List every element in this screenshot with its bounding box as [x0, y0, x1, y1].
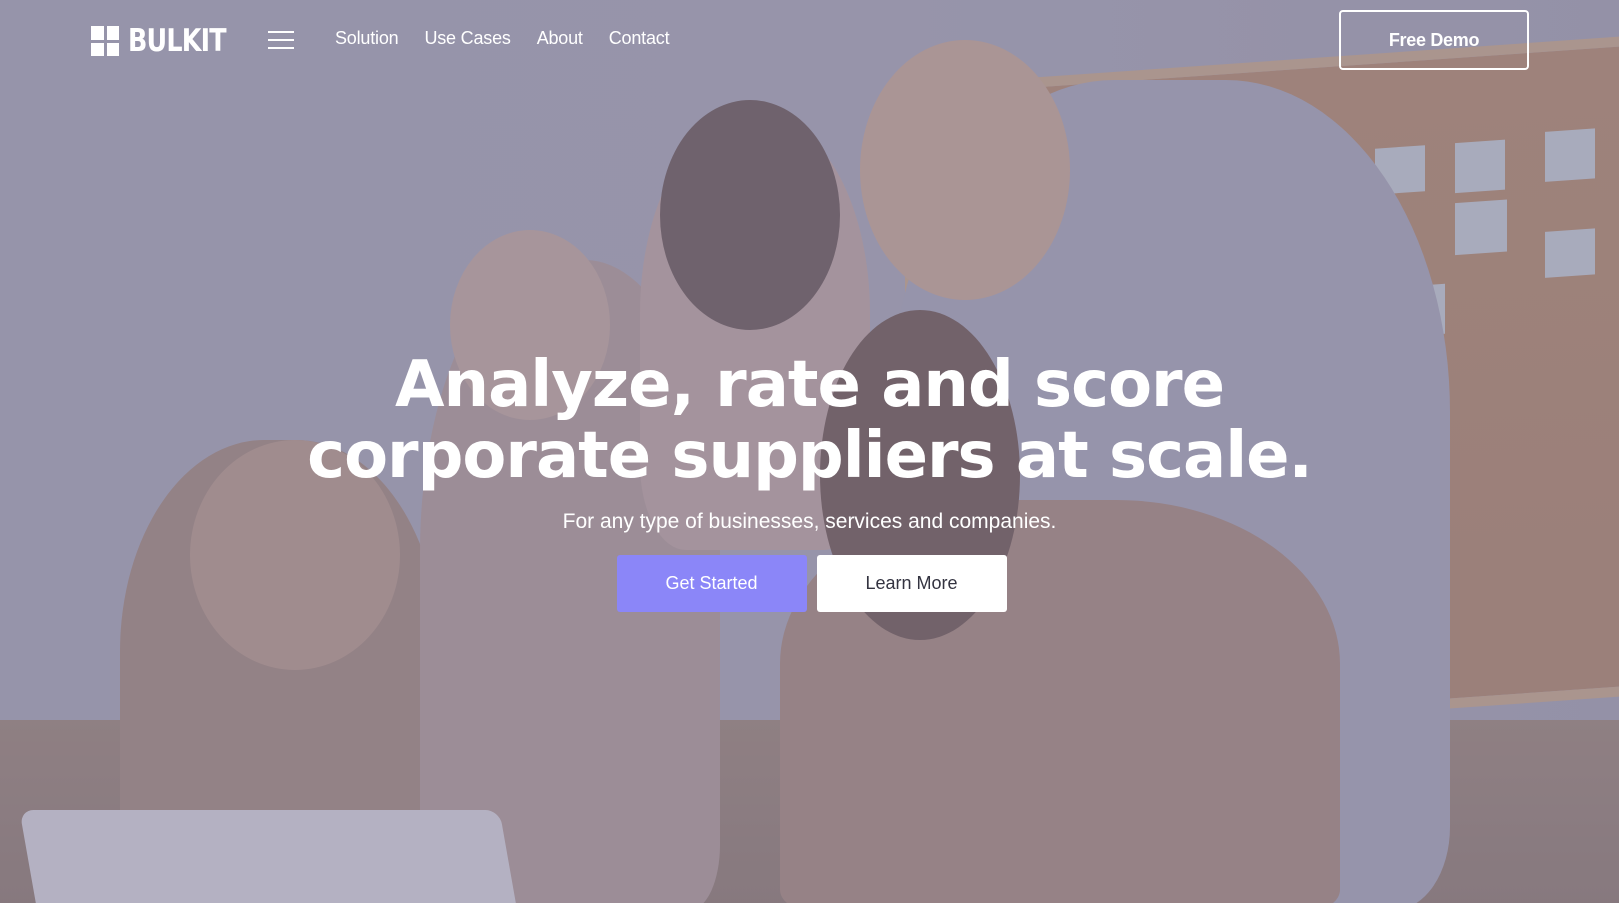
brand-name: BULKIT [128, 23, 227, 59]
hero-section: BULKIT Solution Use Cases About Contact … [0, 0, 1619, 903]
hero-subtitle: For any type of businesses, services and… [562, 510, 1057, 533]
get-started-button[interactable]: Get Started [616, 555, 807, 612]
free-demo-button[interactable]: Free Demo [1339, 10, 1529, 70]
nav-link-solution[interactable]: Solution [335, 28, 399, 49]
hero-cta-row: Get Started Learn More [0, 555, 1619, 612]
brand-logo[interactable]: BULKIT [91, 23, 247, 59]
hero-headline-line-2: corporate suppliers at scale. [307, 419, 1313, 493]
learn-more-button[interactable]: Learn More [816, 555, 1007, 612]
nav-link-use-cases[interactable]: Use Cases [424, 28, 510, 49]
logo-grid-icon [91, 26, 119, 56]
hero-headline-line-1: Analyze, rate and score [394, 348, 1225, 422]
nav-link-about[interactable]: About [537, 28, 583, 49]
top-navbar: BULKIT Solution Use Cases About Contact … [0, 0, 1619, 80]
hero-content: Analyze, rate and score corporate suppli… [0, 350, 1619, 612]
hero-headline: Analyze, rate and score corporate suppli… [0, 350, 1619, 492]
nav-links: Solution Use Cases About Contact [335, 28, 670, 49]
nav-link-contact[interactable]: Contact [609, 28, 670, 49]
hamburger-menu-icon[interactable] [268, 31, 294, 49]
